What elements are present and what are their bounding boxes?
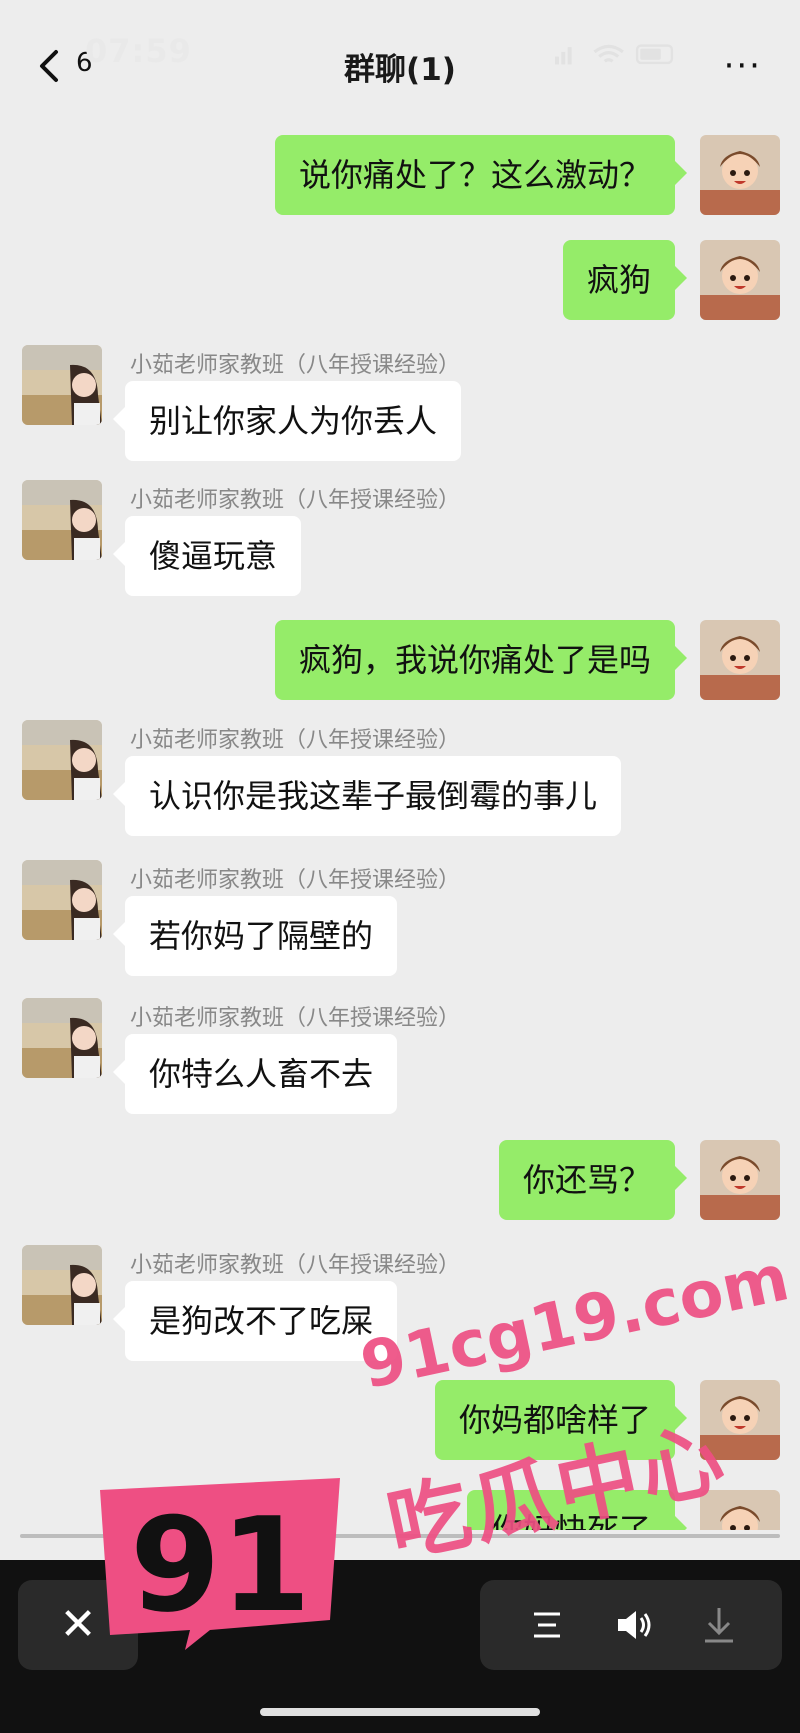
contact-avatar[interactable] xyxy=(22,998,102,1078)
message-bubble[interactable]: 你还骂？ xyxy=(498,1140,688,1220)
message-bubble[interactable]: 若你妈了隔壁的 xyxy=(112,896,398,976)
more-button[interactable]: ··· xyxy=(724,46,762,86)
signal-icon xyxy=(555,56,559,65)
sender-name: 小茹老师家教班（八年授课经验） xyxy=(130,488,461,513)
my-avatar[interactable] xyxy=(700,620,780,700)
sender-name: 小茹老师家教班（八年授课经验） xyxy=(130,1253,461,1278)
contact-avatar[interactable] xyxy=(22,345,102,425)
sender-name: 小茹老师家教班（八年授课经验） xyxy=(130,353,461,378)
download-icon[interactable] xyxy=(696,1602,742,1648)
close-button[interactable]: ✕ xyxy=(18,1580,138,1670)
message-row-sent: 你妈快死了 xyxy=(0,1490,800,1530)
my-avatar[interactable] xyxy=(700,240,780,320)
message-row-received: 小茹老师家教班（八年授课经验） 别让你家人为你丢人 xyxy=(0,345,800,465)
contact-avatar[interactable] xyxy=(22,860,102,940)
menu-icon[interactable] xyxy=(524,1602,570,1648)
message-bubble[interactable]: 是狗改不了吃屎 xyxy=(112,1281,398,1361)
my-avatar[interactable] xyxy=(700,1380,780,1460)
contact-avatar[interactable] xyxy=(22,720,102,800)
sender-name: 小茹老师家教班（八年授课经验） xyxy=(130,728,461,753)
message-bubble[interactable]: 说你痛处了？这么激动？ xyxy=(274,135,688,215)
message-row-received: 小茹老师家教班（八年授课经验） 你特么人畜不去 xyxy=(0,998,800,1118)
message-bubble[interactable]: 傻逼玩意 xyxy=(112,516,302,596)
message-list: 说你痛处了？这么激动？ 疯狗 小茹老师家教班（八年授课经验） 别让你家人为你丢人小… xyxy=(0,110,800,1530)
wifi-icon xyxy=(593,44,624,63)
sender-name: 小茹老师家教班（八年授课经验） xyxy=(130,868,461,893)
player-controls xyxy=(480,1580,782,1670)
message-row-sent: 你妈都啥样了 xyxy=(0,1380,800,1465)
my-avatar[interactable] xyxy=(700,1490,780,1530)
my-avatar[interactable] xyxy=(700,1140,780,1220)
message-bubble[interactable]: 认识你是我这辈子最倒霉的事儿 xyxy=(112,756,622,836)
message-row-received: 小茹老师家教班（八年授课经验） 傻逼玩意 xyxy=(0,480,800,600)
message-row-sent: 疯狗，我说你痛处了是吗 xyxy=(0,620,800,705)
message-bubble[interactable]: 别让你家人为你丢人 xyxy=(112,381,462,461)
message-bubble[interactable]: 疯狗 xyxy=(562,240,688,320)
contact-avatar[interactable] xyxy=(22,480,102,560)
message-row-received: 小茹老师家教班（八年授课经验） 若你妈了隔壁的 xyxy=(0,860,800,980)
message-row-sent: 疯狗 xyxy=(0,240,800,325)
message-row-sent: 你还骂？ xyxy=(0,1140,800,1225)
my-avatar[interactable] xyxy=(700,135,780,215)
message-row-received: 小茹老师家教班（八年授课经验） 是狗改不了吃屎 xyxy=(0,1245,800,1365)
message-row-received: 小茹老师家教班（八年授课经验） 认识你是我这辈子最倒霉的事儿 xyxy=(0,720,800,840)
video-progress-bar[interactable] xyxy=(20,1534,780,1538)
message-bubble[interactable]: 你妈快死了 xyxy=(466,1490,688,1530)
status-icons xyxy=(555,44,674,65)
message-bubble[interactable]: 你特么人畜不去 xyxy=(112,1034,398,1114)
sender-name: 小茹老师家教班（八年授课经验） xyxy=(130,1006,461,1031)
contact-avatar[interactable] xyxy=(22,1245,102,1325)
message-bubble[interactable]: 疯狗，我说你痛处了是吗 xyxy=(274,620,688,700)
message-bubble[interactable]: 你妈都啥样了 xyxy=(434,1380,688,1460)
home-indicator[interactable] xyxy=(260,1708,540,1716)
volume-icon[interactable] xyxy=(610,1602,656,1648)
message-row-sent: 说你痛处了？这么激动？ xyxy=(0,135,800,220)
